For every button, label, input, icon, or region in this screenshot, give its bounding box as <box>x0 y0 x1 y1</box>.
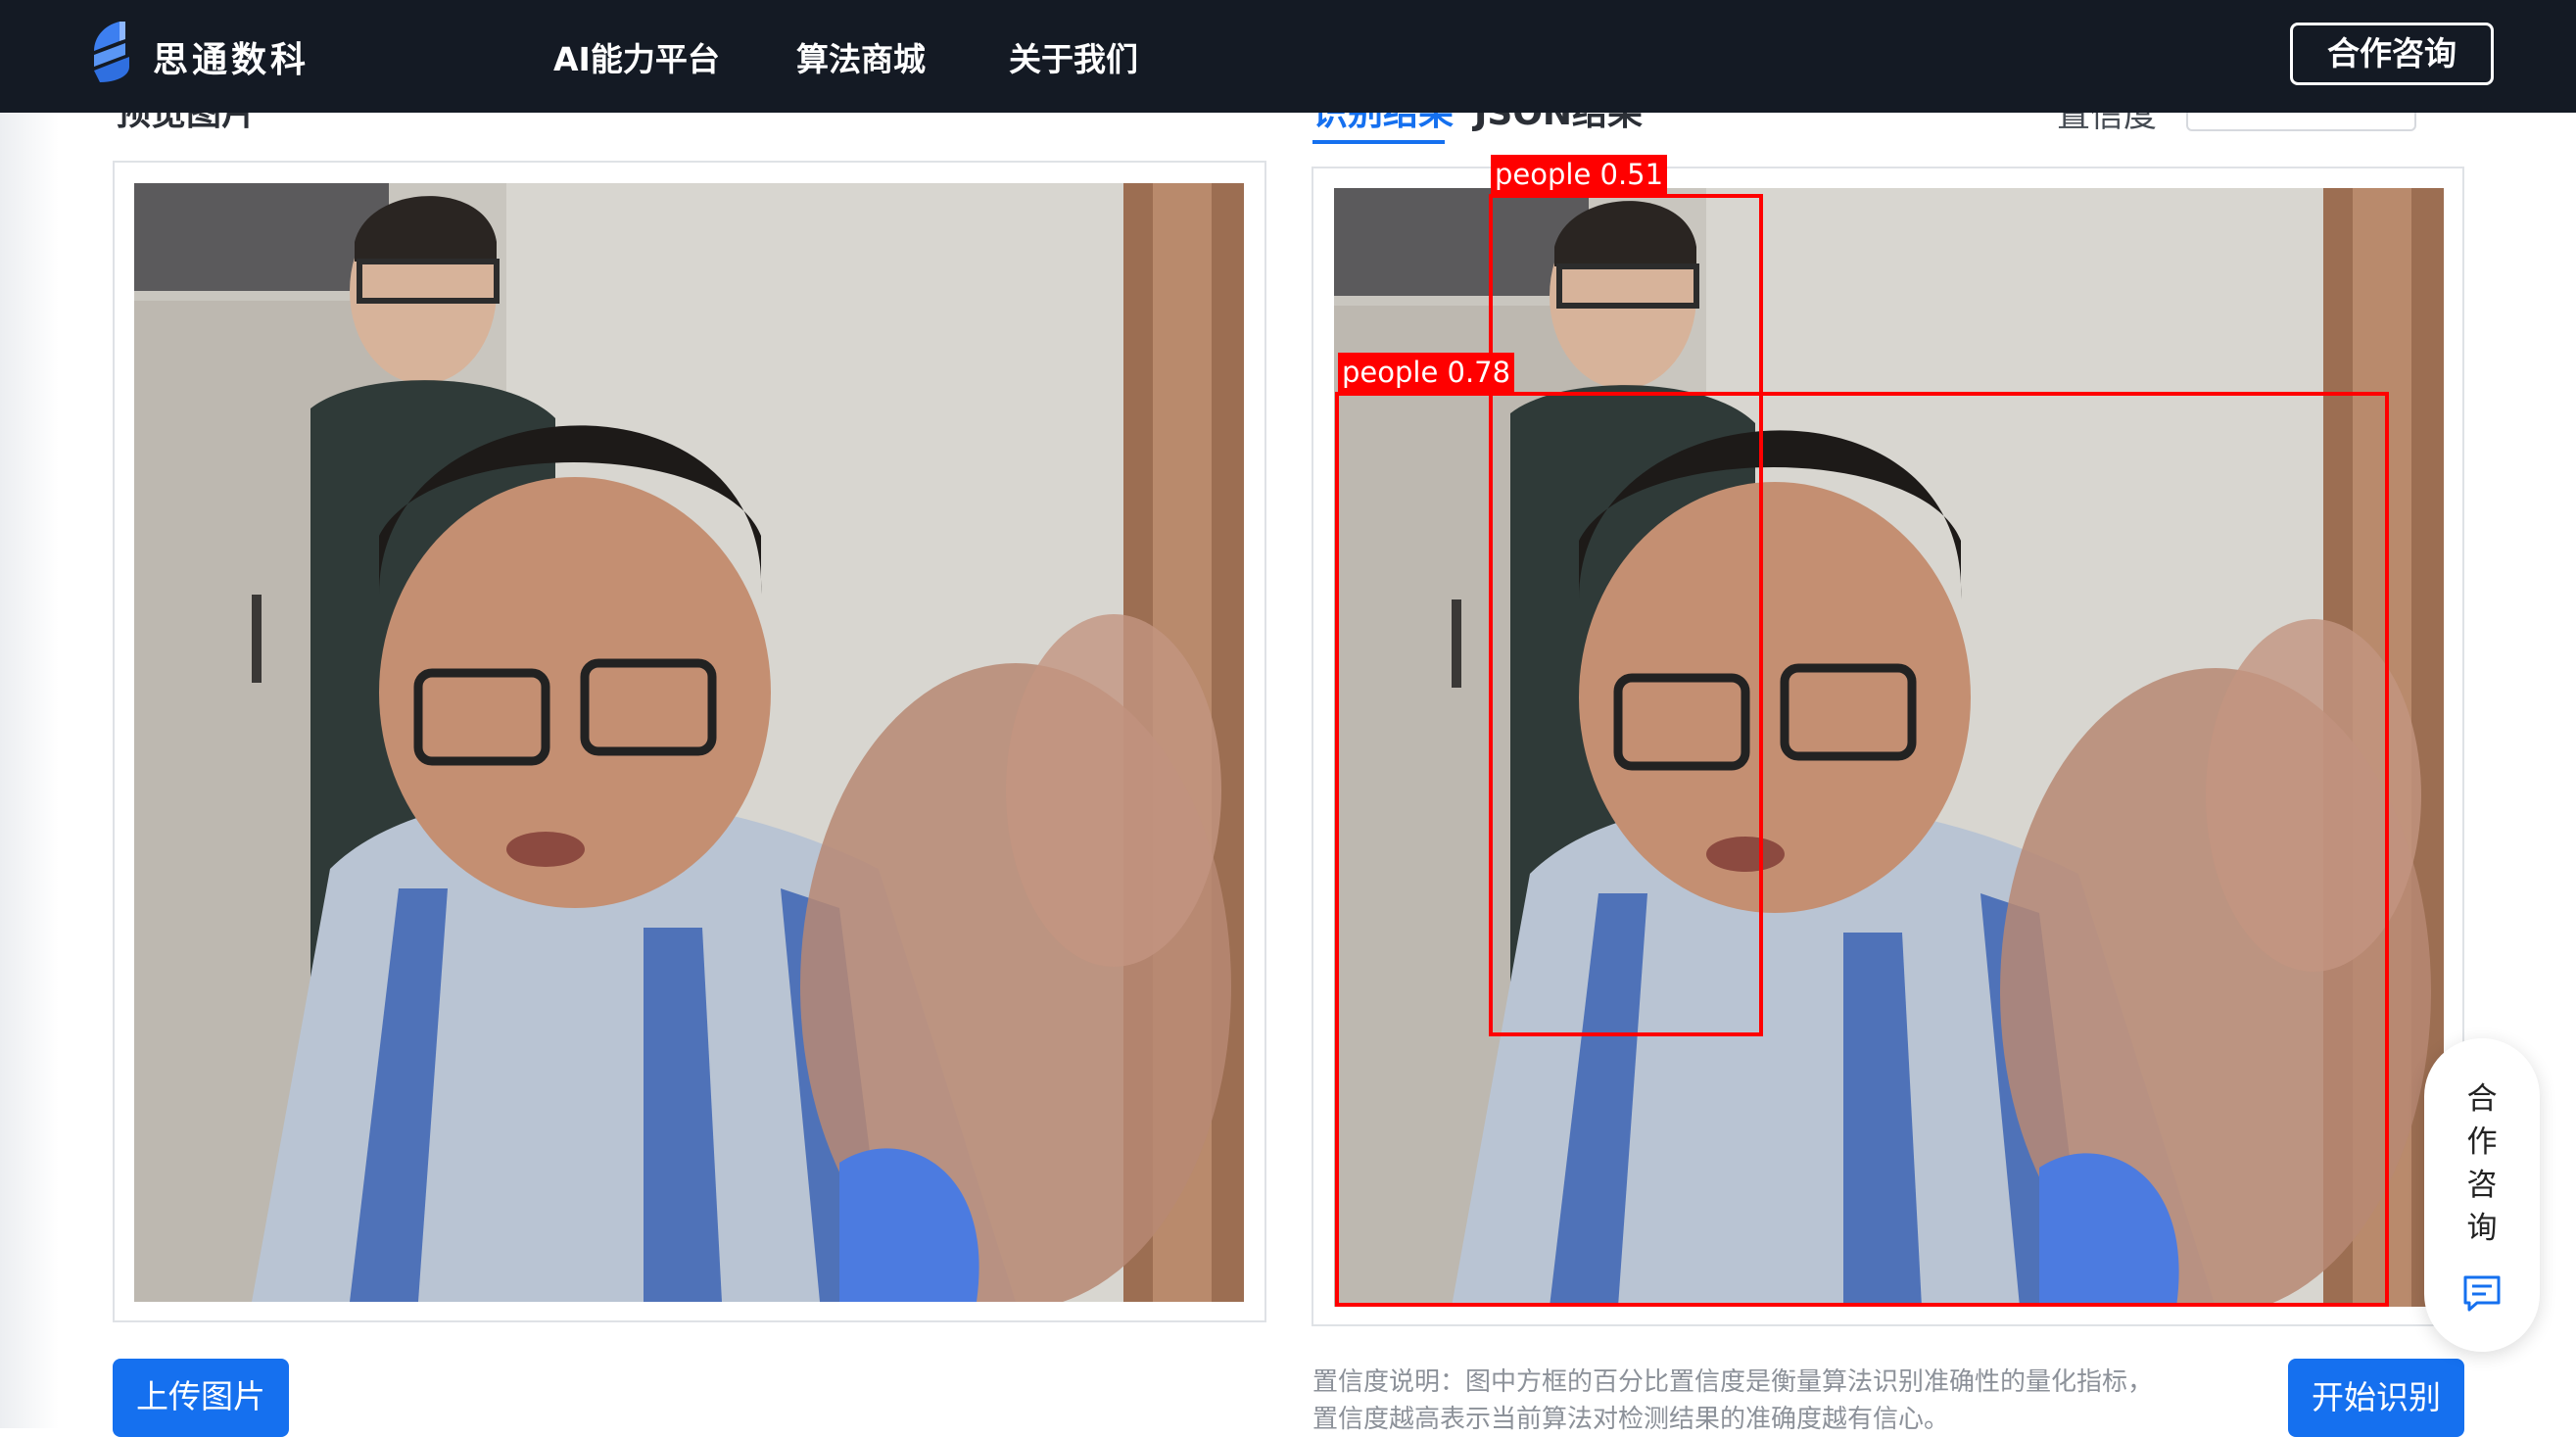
page: 预览图片 识别结果 JSON结果 置信度 × 思通数科 AI能力平台 算法商城 … <box>0 0 2576 1437</box>
nav-about-us[interactable]: 关于我们 <box>1009 33 1138 80</box>
floating-char: 咨 <box>2466 1168 2498 1203</box>
detection-box <box>1335 392 2389 1307</box>
confidence-note-line2: 置信度越高表示当前算法对检测结果的准确度越有信心。 <box>1312 1405 1950 1434</box>
upload-image-button[interactable]: 上传图片 <box>113 1359 289 1437</box>
floating-consult-widget[interactable]: 合 作 咨 询 <box>2424 1038 2540 1352</box>
detection-label: people 0.78 <box>1338 353 1515 392</box>
consult-button[interactable]: 合作咨询 <box>2290 23 2494 85</box>
floating-char: 合 <box>2466 1081 2498 1117</box>
floating-char: 作 <box>2466 1125 2498 1160</box>
chat-icon <box>2463 1275 2501 1312</box>
detection-label: people 0.51 <box>1491 155 1668 194</box>
tab-underline <box>1312 140 1445 144</box>
confidence-note-line1: 置信度说明：图中方框的百分比置信度是衡量算法识别准确性的量化指标， <box>1312 1367 2154 1397</box>
logo-icon <box>94 22 129 82</box>
preview-image <box>134 183 1244 1302</box>
floating-consult-text: 合 作 咨 询 <box>2424 1078 2540 1250</box>
brand-name[interactable]: 思通数科 <box>153 31 310 82</box>
start-recognition-button[interactable]: 开始识别 <box>2288 1359 2464 1437</box>
navbar: 思通数科 AI能力平台 算法商城 关于我们 合作咨询 <box>0 0 2576 113</box>
nav-algorithm-store[interactable]: 算法商城 <box>796 33 926 80</box>
left-shade <box>0 113 59 1428</box>
nav-ai-platform[interactable]: AI能力平台 <box>553 33 720 80</box>
floating-char: 询 <box>2466 1211 2498 1246</box>
